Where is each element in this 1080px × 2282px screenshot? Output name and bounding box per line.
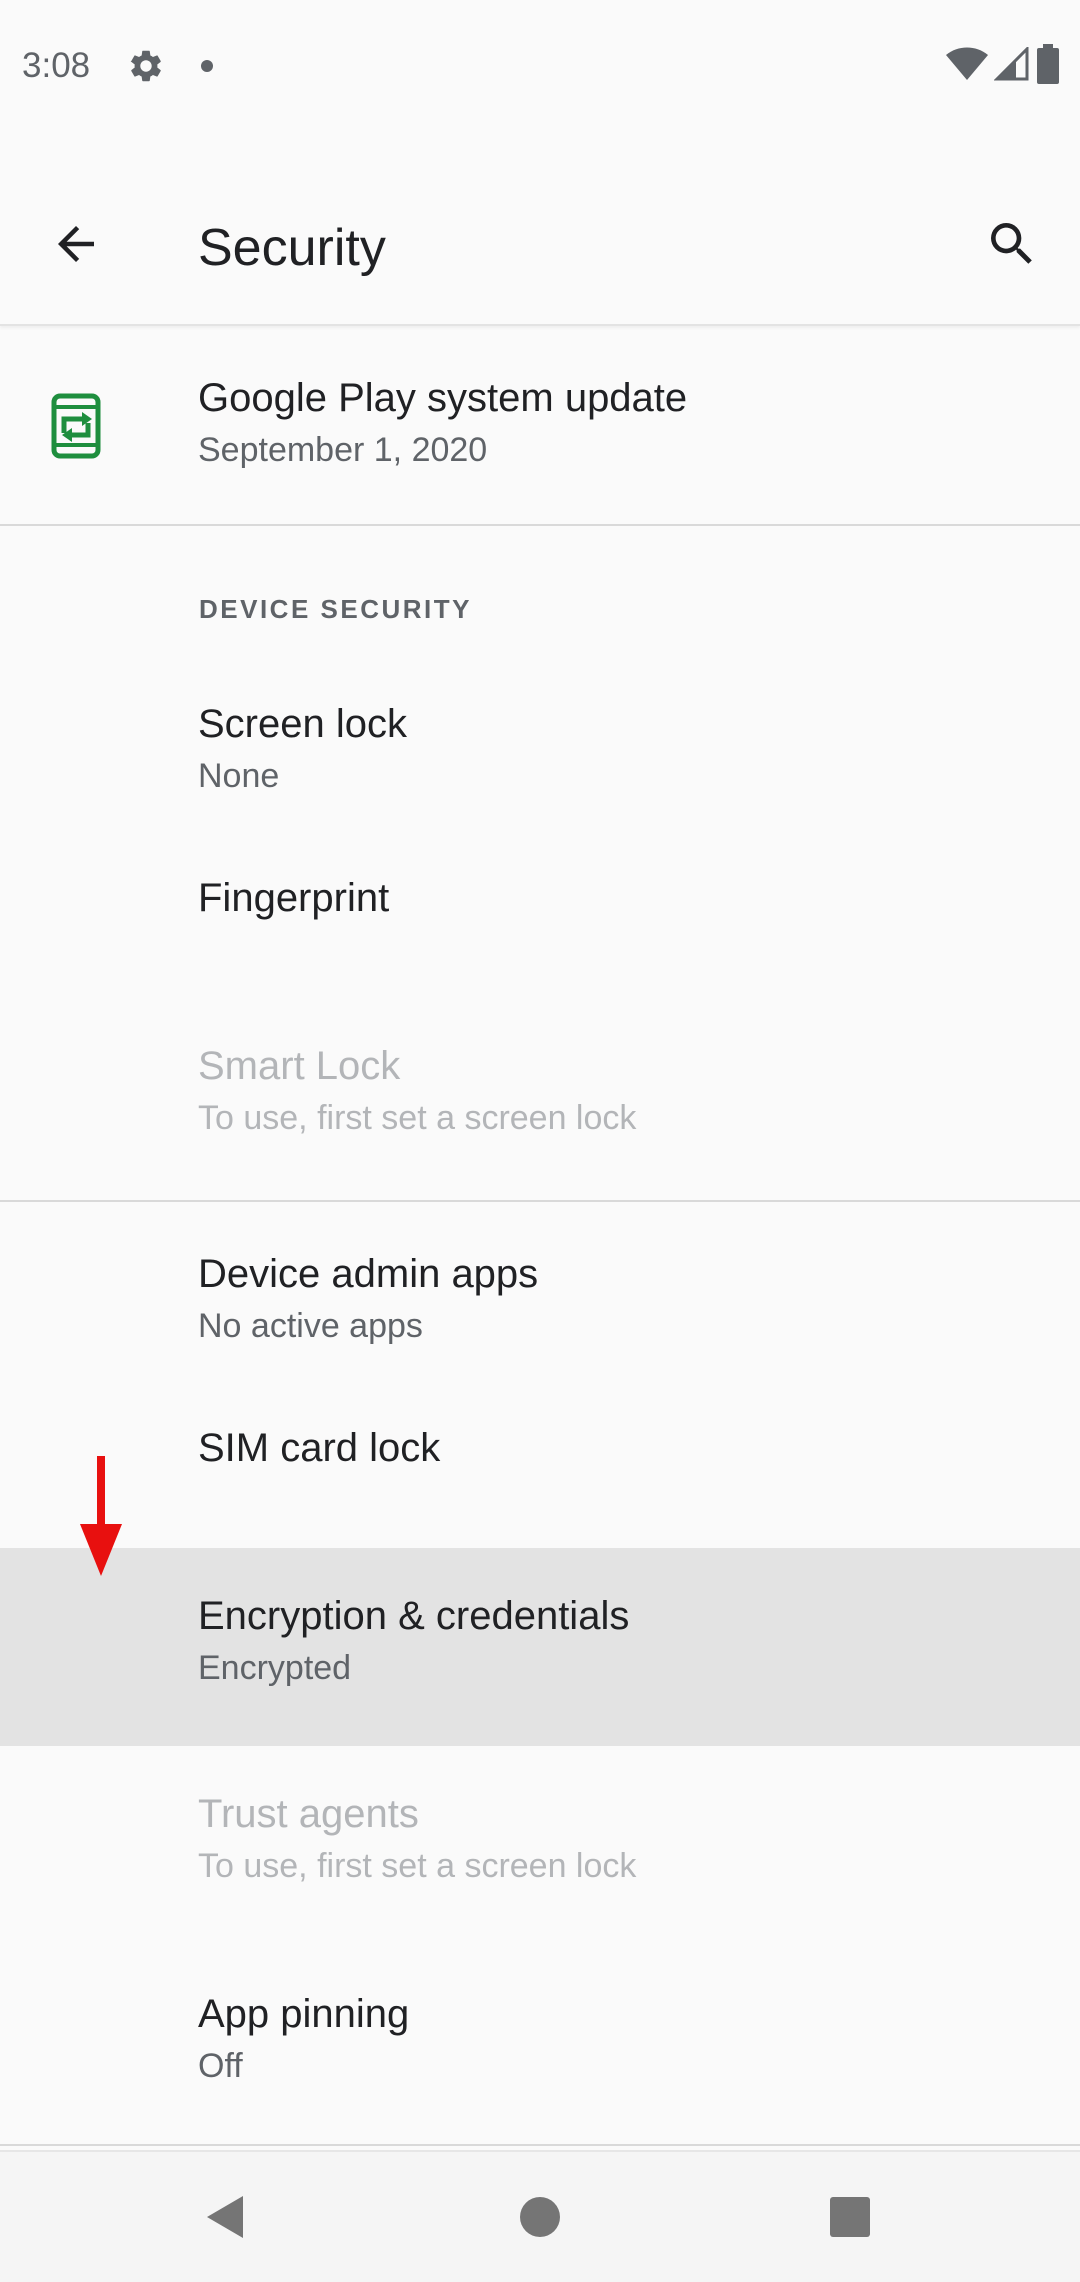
device-admin-title: Device admin apps: [198, 1252, 539, 1296]
page-title: Security: [198, 219, 386, 277]
list-item-fingerprint[interactable]: Fingerprint: [0, 856, 1080, 1002]
sim-lock-title: SIM card lock: [198, 1426, 441, 1470]
app-bar: Security: [0, 136, 1080, 326]
list-item-device-admin-apps[interactable]: Device admin apps No active apps: [0, 1202, 1080, 1400]
nav-recents-icon: [830, 2197, 870, 2237]
status-bar: 3:08: [0, 0, 1080, 136]
list-item-encryption-credentials[interactable]: Encryption & credentials Encrypted: [0, 1548, 1080, 1746]
nav-back-button[interactable]: [175, 2172, 275, 2262]
red-arrow-down-icon: [80, 1456, 122, 1576]
navigation-bar: [0, 2150, 1080, 2282]
screen-lock-title: Screen lock: [198, 702, 407, 746]
nav-back-icon: [207, 2196, 243, 2238]
nav-home-icon: [520, 2197, 560, 2237]
list-item-sim-card-lock[interactable]: SIM card lock: [0, 1400, 1080, 1548]
back-button[interactable]: [40, 208, 112, 280]
status-time: 3:08: [22, 46, 91, 85]
system-update-icon: [38, 388, 114, 464]
list-item-screen-lock[interactable]: Screen lock None: [0, 676, 1080, 856]
cellular-signal-icon: [993, 44, 1030, 86]
smart-lock-subtitle: To use, first set a screen lock: [198, 1099, 637, 1137]
app-pinning-title: App pinning: [198, 1992, 410, 2036]
system-update-title: Google Play system update: [198, 376, 688, 420]
section-header-device-security: DEVICE SECURITY: [0, 526, 1080, 676]
trust-agents-title: Trust agents: [198, 1792, 419, 1836]
app-pinning-subtitle: Off: [198, 2047, 243, 2085]
device-admin-subtitle: No active apps: [198, 1307, 423, 1345]
gear-icon: [127, 47, 165, 85]
list-item-system-update[interactable]: Google Play system update September 1, 2…: [0, 326, 1080, 526]
encryption-subtitle: Encrypted: [198, 1649, 352, 1687]
smart-lock-title: Smart Lock: [198, 1044, 401, 1088]
search-icon: [991, 223, 1032, 264]
nav-recents-button[interactable]: [800, 2172, 900, 2262]
list-item-app-pinning[interactable]: App pinning Off: [0, 1946, 1080, 2146]
search-button[interactable]: [976, 208, 1048, 280]
notification-dot-icon: [201, 60, 213, 72]
fingerprint-title: Fingerprint: [198, 876, 390, 920]
list-item-smart-lock[interactable]: Smart Lock To use, first set a screen lo…: [0, 1002, 1080, 1202]
trust-agents-subtitle: To use, first set a screen lock: [198, 1847, 637, 1885]
status-icons: [946, 43, 1060, 89]
section-header-label: DEVICE SECURITY: [199, 594, 472, 624]
arrow-back-icon: [58, 226, 94, 262]
wifi-icon: [946, 47, 988, 86]
encryption-title: Encryption & credentials: [198, 1594, 630, 1638]
settings-list: Google Play system update September 1, 2…: [0, 326, 1080, 2146]
system-update-subtitle: September 1, 2020: [198, 431, 488, 469]
nav-home-button[interactable]: [490, 2172, 590, 2262]
battery-icon: [1036, 43, 1060, 89]
screen-lock-subtitle: None: [198, 757, 280, 795]
list-item-trust-agents[interactable]: Trust agents To use, first set a screen …: [0, 1746, 1080, 1946]
